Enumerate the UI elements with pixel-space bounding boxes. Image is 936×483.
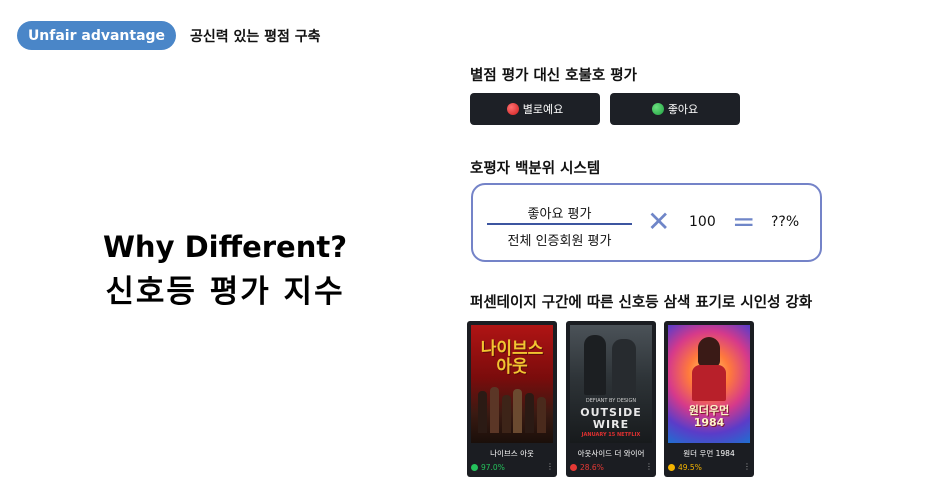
poster-title-text: OUTSIDE WIRE bbox=[580, 406, 642, 431]
poster-figure-left bbox=[584, 335, 606, 395]
formula-result: ??% bbox=[771, 214, 800, 230]
score-badge: 97.0% bbox=[471, 463, 505, 472]
multiply-icon: ✕ bbox=[647, 205, 671, 238]
equals-icon: = bbox=[732, 205, 756, 238]
formula-box: 좋아요 평가 전체 인증회원 평가 ✕ 100 = ??% bbox=[471, 183, 822, 262]
poster-figure-right bbox=[612, 339, 636, 397]
poster-knives-out: 나이브스 아웃 bbox=[471, 325, 553, 443]
poster-release: JANUARY 15 NETFLIX bbox=[581, 432, 641, 438]
movie-card[interactable]: 원더우먼 1984 원더 우먼 1984 49.5% ⋮ bbox=[664, 321, 754, 477]
poster-title-text: 나이브스 아웃 bbox=[480, 339, 544, 377]
score-value: 49.5% bbox=[678, 463, 702, 472]
vote-section-title: 별점 평가 대신 호불호 평가 bbox=[470, 68, 637, 84]
movie-card[interactable]: 나이브스 아웃 나이브스 아웃 97.0% ⋮ bbox=[467, 321, 557, 477]
like-label: 좋아요 bbox=[667, 103, 699, 116]
like-button[interactable]: 좋아요 bbox=[610, 93, 740, 125]
formula-multiplier: 100 bbox=[689, 214, 716, 230]
poster-figure-body bbox=[692, 365, 726, 401]
formula-numerator: 좋아요 평가 bbox=[527, 207, 592, 222]
red-signal-icon bbox=[570, 464, 577, 471]
green-dot-icon bbox=[651, 103, 664, 115]
formula-denominator: 전체 인증회원 평가 bbox=[507, 234, 612, 249]
fraction-line bbox=[487, 223, 632, 225]
poster-outside-the-wire: DEFIANT BY DESIGN OUTSIDE WIRE JANUARY 1… bbox=[570, 325, 652, 443]
cards-section-title: 퍼센테이지 구간에 따른 신호등 삼색 표기로 시인성 강화 bbox=[470, 295, 813, 311]
header-subtitle: 공신력 있는 평점 구축 bbox=[190, 29, 321, 45]
score-value: 28.6% bbox=[580, 463, 604, 472]
yellow-signal-icon bbox=[668, 464, 675, 471]
more-icon[interactable]: ⋮ bbox=[743, 463, 751, 471]
hero-line-2: 신호등 평가 지수 bbox=[105, 274, 345, 310]
card-title: 나이브스 아웃 bbox=[490, 449, 534, 458]
formula-section-title: 호평자 백분위 시스템 bbox=[470, 161, 601, 177]
poster-figure-head bbox=[698, 337, 720, 367]
movie-card[interactable]: DEFIANT BY DESIGN OUTSIDE WIRE JANUARY 1… bbox=[566, 321, 656, 477]
green-signal-icon bbox=[471, 464, 478, 471]
hero-line-1: Why Different? bbox=[102, 230, 348, 264]
unfair-advantage-badge: Unfair advantage bbox=[17, 21, 176, 50]
poster-tagline: DEFIANT BY DESIGN bbox=[585, 398, 637, 404]
score-badge: 49.5% bbox=[668, 463, 702, 472]
poster-figures bbox=[477, 385, 547, 433]
more-icon[interactable]: ⋮ bbox=[546, 463, 554, 471]
score-value: 97.0% bbox=[481, 463, 505, 472]
dislike-button[interactable]: 별로예요 bbox=[470, 93, 600, 125]
score-badge: 28.6% bbox=[570, 463, 604, 472]
dislike-label: 별로예요 bbox=[522, 103, 564, 116]
hero-block: Why Different? 신호등 평가 지수 bbox=[70, 228, 380, 314]
red-dot-icon bbox=[506, 103, 519, 115]
poster-title-text: 원더우먼 1984 bbox=[688, 404, 730, 429]
card-title: 아웃사이드 더 와이어 bbox=[577, 449, 645, 458]
more-icon[interactable]: ⋮ bbox=[645, 463, 653, 471]
card-title: 원더 우먼 1984 bbox=[683, 449, 735, 458]
poster-wonder-woman: 원더우먼 1984 bbox=[668, 325, 750, 443]
